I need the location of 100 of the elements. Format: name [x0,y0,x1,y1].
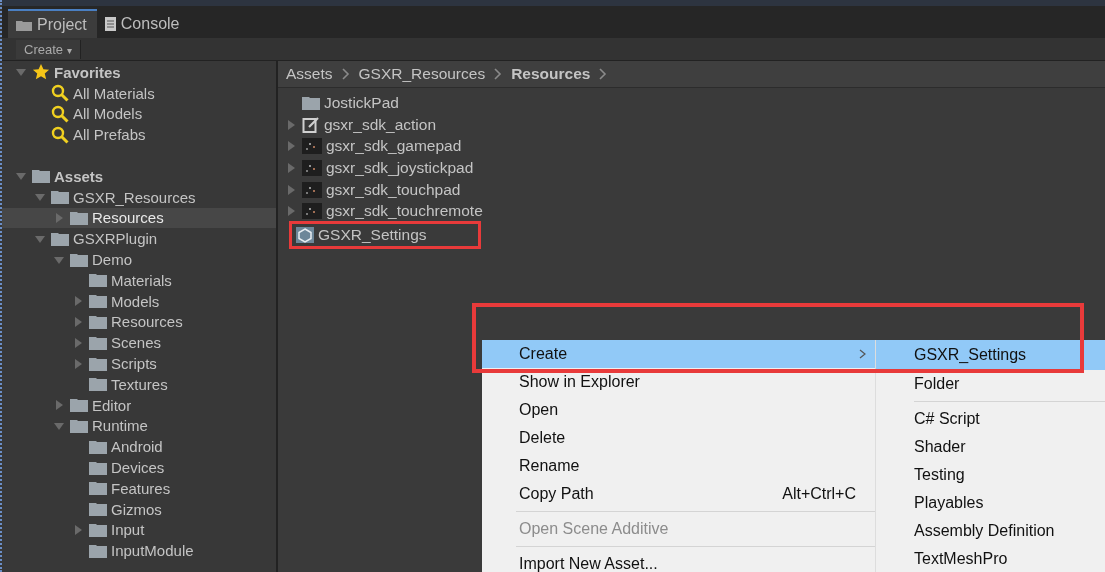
tree-item[interactable]: Favorites [2,62,276,83]
menu-item[interactable]: Playables [876,489,1105,517]
menu-item[interactable]: Show in Explorer [482,368,875,396]
collapsed-arrow-icon[interactable] [286,119,296,130]
folder-icon [89,273,107,288]
menu-item[interactable]: Shader [876,433,1105,461]
menu-item[interactable]: Assembly Definition [876,517,1105,545]
tree-item[interactable]: All Models [2,103,276,125]
collapsed-arrow-icon[interactable] [54,400,64,411]
menu-item[interactable]: Copy Path Alt+Ctrl+C [482,480,875,508]
collapsed-arrow-icon[interactable] [73,358,83,369]
collapsed-arrow-icon[interactable] [73,337,83,348]
menu-item[interactable]: TextMeshPro [876,545,1105,572]
search-icon [51,125,69,144]
asset-item[interactable]: gsxr_sdk_gamepad [286,135,516,158]
asset-item[interactable]: gsxr_sdk_action [286,113,516,136]
cube-icon [296,226,314,243]
tree-item[interactable]: Input [2,519,276,541]
folder-icon [89,294,107,309]
menu-item[interactable]: Create [482,340,875,368]
tree-item[interactable]: Features [2,477,276,499]
menu-item[interactable]: Import New Asset... [482,550,875,572]
expanded-arrow-icon[interactable] [35,233,45,244]
tree-item[interactable]: Resources [2,311,276,333]
folder-icon [89,460,107,475]
tree-item[interactable]: InputModule [2,540,276,562]
menu-item[interactable]: C# Script [876,405,1105,433]
expanded-arrow-icon[interactable] [16,171,26,182]
tree-item[interactable]: Gizmos [2,498,276,520]
tree-item[interactable]: Devices [2,457,276,478]
menu-item[interactable]: Folder [876,370,1105,398]
collapsed-arrow-icon[interactable] [286,184,296,195]
collapsed-arrow-icon[interactable] [286,141,296,152]
tree-item[interactable]: Editor [2,394,276,416]
tree-item[interactable]: GSXRPlugin [2,228,276,250]
tree-item[interactable]: Scenes [2,332,276,354]
folder-icon [51,190,69,205]
folder-icon [89,335,107,350]
collapsed-arrow-icon[interactable] [286,206,296,217]
tree-item[interactable]: Scripts [2,353,276,374]
folder-icon [89,543,107,558]
chevron-right-icon [340,68,351,80]
folder-icon [302,95,320,110]
folder-icon [16,18,32,31]
menu-item[interactable]: Rename [482,452,875,480]
collapsed-arrow-icon[interactable] [286,162,296,173]
menu-item[interactable]: Open [482,396,875,424]
collapsed-arrow-icon[interactable] [73,316,83,327]
folder-icon [32,169,50,184]
menu-item[interactable]: Testing [876,461,1105,489]
tree-item[interactable]: Assets [2,166,276,187]
menu-item[interactable]: Delete [482,424,875,452]
collapsed-arrow-icon[interactable] [73,296,83,307]
texture-thumbnail-icon [302,159,322,176]
folder-icon [70,398,88,413]
asset-item[interactable]: gsxr_sdk_joystickpad [286,157,516,179]
search-icon [51,84,69,103]
collapsed-arrow-icon[interactable] [54,212,64,223]
tree-item[interactable]: Textures [2,373,276,395]
folder-icon [89,522,107,537]
tree-item[interactable]: Resources [2,207,276,229]
tree-item[interactable]: Models [2,290,276,312]
breadcrumb-link[interactable]: Assets [286,65,333,83]
expanded-arrow-icon[interactable] [35,192,45,203]
folder-icon [89,502,107,517]
panel-tab[interactable]: Project [8,9,97,38]
folder-icon [70,252,88,267]
tree-item[interactable]: GSXR_Resources [2,186,276,208]
asset-item[interactable]: GSXR_Settings [292,224,478,246]
expanded-arrow-icon[interactable] [16,67,26,78]
tree-item[interactable]: Runtime [2,415,276,437]
expanded-arrow-icon[interactable] [54,420,64,431]
texture-thumbnail-icon [302,203,322,220]
breadcrumb-link[interactable]: Resources [511,65,591,83]
tree-item[interactable]: Android [2,436,276,458]
collapsed-arrow-icon[interactable] [73,524,83,535]
create-dropdown[interactable]: Create ▾ [16,39,81,59]
folder-icon [51,231,69,246]
folder-icon [89,314,107,329]
panel-tab[interactable]: Console [96,10,190,38]
tree-item[interactable]: Materials [2,269,276,291]
texture-thumbnail-icon [302,181,322,198]
document-icon [104,17,116,31]
asset-item[interactable]: gsxr_sdk_touchpad [286,178,516,201]
texture-thumbnail-icon [302,138,322,155]
tree-item[interactable]: All Materials [2,82,276,104]
expanded-arrow-icon[interactable] [54,254,64,265]
search-icon [51,105,69,123]
asset-item[interactable]: JostickPad [286,92,516,114]
breadcrumb-link[interactable]: GSXR_Resources [358,65,486,83]
folder-icon [89,377,107,392]
folder-icon [89,439,107,454]
folder-icon [70,418,88,433]
menu-item[interactable]: GSXR_Settings [876,340,1105,370]
asset-item[interactable]: gsxr_sdk_touchremote [286,200,516,223]
chevron-right-icon [493,68,504,80]
folder-icon [70,210,88,225]
folder-icon [89,356,107,371]
tree-item[interactable]: Demo [2,249,276,270]
tree-item[interactable]: All Prefabs [2,124,276,146]
